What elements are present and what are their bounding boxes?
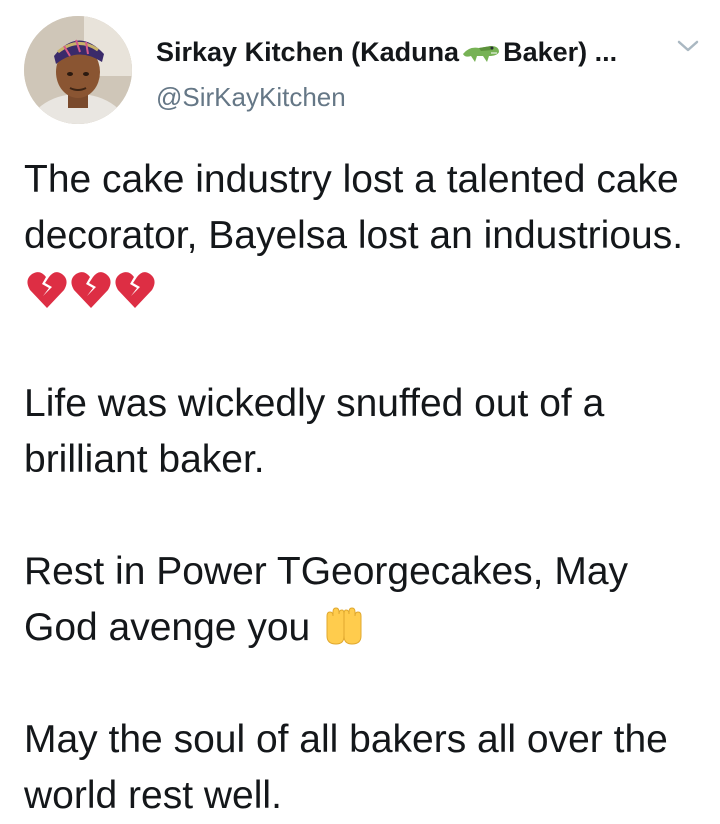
avatar-photo <box>24 16 132 124</box>
crocodile-emoji <box>461 38 501 66</box>
tweet-paragraph: Life was wickedly snuffed out of a brill… <box>24 382 605 481</box>
author-names: Sirkay Kitchen (Kaduna Baker) ... @SirKa… <box>156 36 656 112</box>
chevron-down-icon[interactable] <box>676 38 700 54</box>
display-name-suffix: Baker) ... <box>503 37 618 67</box>
display-name[interactable]: Sirkay Kitchen (Kaduna Baker) ... <box>156 36 656 68</box>
tweet-paragraph: May the soul of all bakers all over the … <box>24 718 668 817</box>
broken-heart-emoji <box>114 270 156 310</box>
user-handle[interactable]: @SirKayKitchen <box>156 82 656 112</box>
raised-hands-emoji <box>323 606 365 646</box>
tweet-text: The cake industry lost a talented cake d… <box>24 152 704 824</box>
broken-heart-emoji <box>70 270 112 310</box>
broken-heart-emoji <box>26 270 68 310</box>
tweet-header: Sirkay Kitchen (Kaduna Baker) ... @SirKa… <box>24 16 704 126</box>
tweet-paragraph: Rest in Power TGeorgecakes, May God aven… <box>24 550 629 649</box>
avatar[interactable] <box>24 16 132 124</box>
tweet-paragraph: The cake industry lost a talented cake d… <box>24 152 704 320</box>
display-name-prefix: Sirkay Kitchen (Kaduna <box>156 37 460 67</box>
